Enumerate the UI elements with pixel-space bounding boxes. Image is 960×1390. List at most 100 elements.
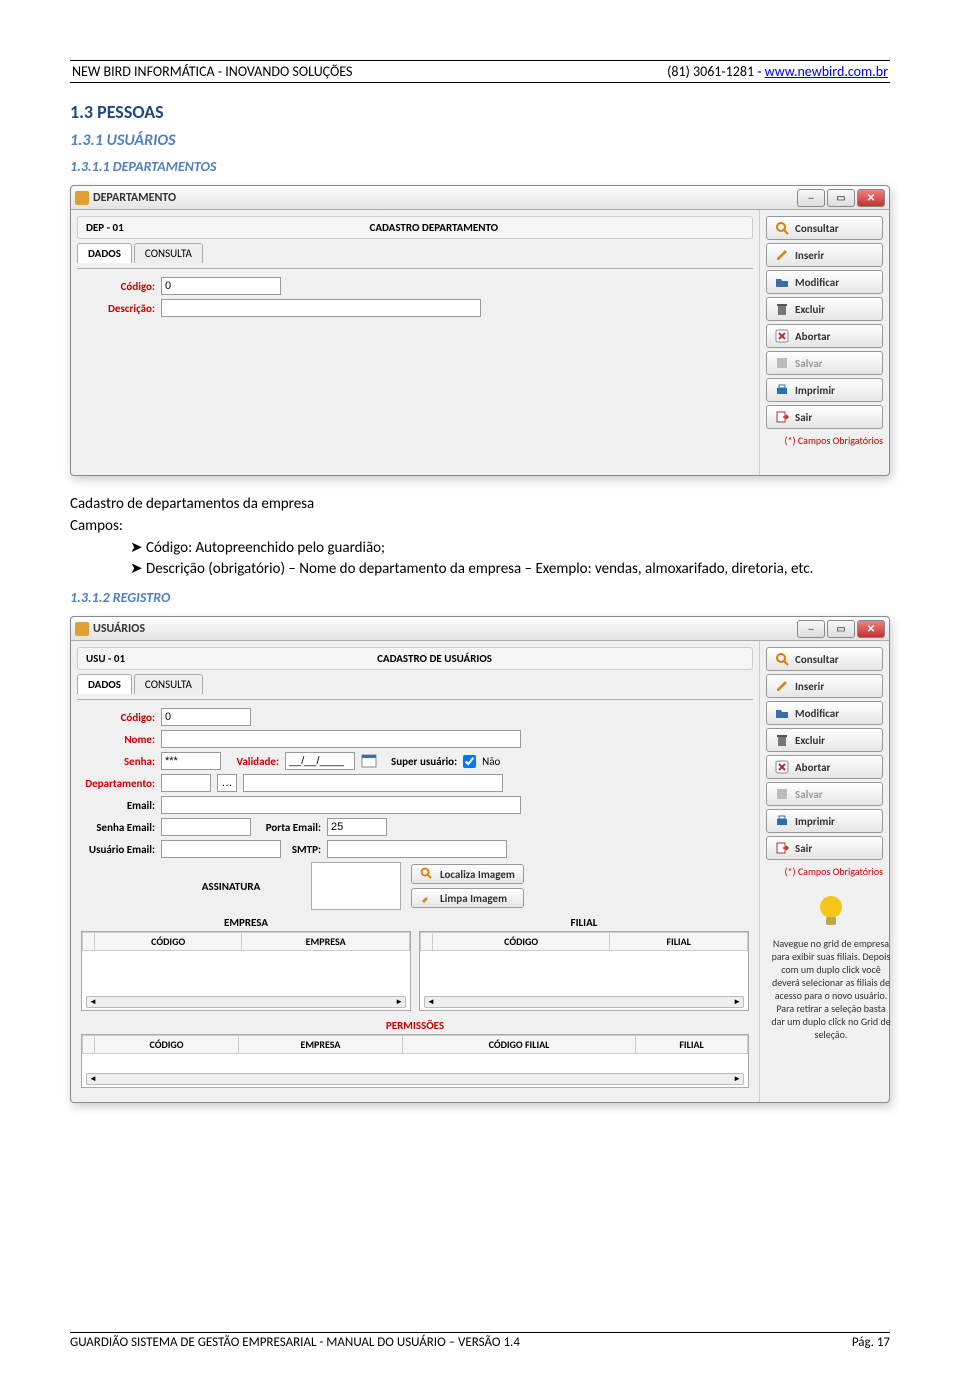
sair-button[interactable]: Sair (766, 405, 883, 429)
input-nome[interactable] (161, 730, 521, 748)
section-pessoas: 1.3 PESSOAS (70, 101, 890, 123)
input-codigo[interactable] (161, 277, 281, 295)
print-icon (775, 383, 789, 397)
minimize-button[interactable]: ─ (797, 620, 825, 638)
calendar-icon[interactable] (361, 753, 377, 769)
maximize-button[interactable]: ▭ (827, 620, 855, 638)
localiza-imagem-button[interactable]: Localiza Imagem (411, 864, 524, 884)
app-icon (75, 191, 89, 205)
input-email[interactable] (161, 796, 521, 814)
page-footer: GUARDIÃO SISTEMA DE GESTÃO EMPRESARIAL -… (70, 1335, 890, 1350)
bullet1: ➤ Código: Autopreenchido pelo guardião; (130, 538, 890, 560)
label-assinatura: ASSINATURA (161, 880, 301, 893)
form-heading: CADASTRO DEPARTAMENTO (370, 221, 499, 234)
excluir-button[interactable]: Excluir (766, 297, 883, 321)
grid-title-permissoes: PERMISSÕES (81, 1017, 749, 1034)
abortar-button[interactable]: Abortar (766, 755, 883, 779)
header-left: NEW BIRD INFORMÁTICA - INOVANDO SOLUÇÕES (72, 63, 352, 80)
tab-dados[interactable]: DADOS (77, 674, 132, 694)
section-departamentos: 1.3.1.1 DEPARTAMENTOS (70, 158, 890, 175)
salvar-button[interactable]: Salvar (766, 351, 883, 375)
body-line1: Cadastro de departamentos da empresa (70, 494, 890, 516)
modificar-button[interactable]: Modificar (766, 701, 883, 725)
pencil-icon (775, 679, 789, 693)
label-super: Super usuário: (391, 755, 457, 768)
required-note: (*) Campos Obrigatórios (766, 434, 883, 447)
window-title: USUÁRIOS (93, 622, 145, 636)
folder-icon (775, 275, 789, 289)
app-icon (75, 622, 89, 636)
code-label: DEP - 01 (86, 221, 124, 234)
tab-consulta[interactable]: CONSULTA (134, 674, 203, 694)
grid-permissoes[interactable]: CÓDIGOEMPRESACÓDIGO FILIALFILIAL ◄► (81, 1034, 749, 1088)
label-porta: Porta Email: (257, 821, 321, 834)
cancel-icon (775, 760, 789, 774)
limpa-imagem-button[interactable]: Limpa Imagem (411, 888, 524, 908)
scrollbar[interactable]: ◄► (424, 996, 744, 1008)
label-email: Email: (81, 799, 155, 812)
exit-icon (775, 410, 789, 424)
window-departamento: DEPARTAMENTO ─ ▭ ✕ DEP - 01 CADASTRO DEP… (70, 185, 890, 476)
trash-icon (775, 733, 789, 747)
abortar-button[interactable]: Abortar (766, 324, 883, 348)
grid-title-filial: FILIAL (419, 914, 749, 931)
footer-right: Pág. 17 (852, 1335, 890, 1350)
signature-box (311, 862, 401, 910)
modificar-button[interactable]: Modificar (766, 270, 883, 294)
input-senha-email[interactable] (161, 818, 251, 836)
save-icon (775, 356, 789, 370)
inserir-button[interactable]: Inserir (766, 243, 883, 267)
close-button[interactable]: ✕ (857, 189, 885, 207)
bulb-icon (811, 891, 851, 931)
input-porta[interactable] (327, 818, 387, 836)
tab-consulta[interactable]: CONSULTA (134, 243, 203, 263)
folder-icon (775, 706, 789, 720)
tip-text: Navegue no grid de empresa para exibir s… (770, 937, 892, 1041)
input-usuario-email[interactable] (161, 840, 281, 858)
label-smtp: SMTP: (287, 843, 321, 856)
search-icon (420, 867, 434, 881)
tip-box: Navegue no grid de empresa para exibir s… (766, 881, 896, 1045)
search-icon (775, 652, 789, 666)
bullet2: ➤ Descrição (obrigatório) – Nome do depa… (130, 559, 890, 581)
cancel-icon (775, 329, 789, 343)
minimize-button[interactable]: ─ (797, 189, 825, 207)
search-icon (775, 221, 789, 235)
label-nome: Nome: (81, 733, 155, 746)
input-validade[interactable] (285, 752, 355, 770)
input-senha[interactable] (161, 752, 221, 770)
scrollbar[interactable]: ◄► (86, 1073, 744, 1085)
inserir-button[interactable]: Inserir (766, 674, 883, 698)
imprimir-button[interactable]: Imprimir (766, 378, 883, 402)
tab-dados[interactable]: DADOS (77, 243, 132, 263)
checkbox-super[interactable] (463, 755, 476, 768)
label-usuario-email: Usuário Email: (81, 843, 155, 856)
salvar-button[interactable]: Salvar (766, 782, 883, 806)
input-descricao[interactable] (161, 299, 481, 317)
section-usuarios: 1.3.1 USUÁRIOS (70, 131, 890, 150)
input-depto[interactable] (161, 774, 211, 792)
maximize-button[interactable]: ▭ (827, 189, 855, 207)
imprimir-button[interactable]: Imprimir (766, 809, 883, 833)
header-right: (81) 3061-1281 - www.newbird.com.br (667, 63, 888, 80)
excluir-button[interactable]: Excluir (766, 728, 883, 752)
consultar-button[interactable]: Consultar (766, 647, 883, 671)
lookup-depto-button[interactable]: … (217, 774, 237, 792)
super-value: Não (482, 755, 500, 768)
grid-filial[interactable]: CÓDIGOFILIAL ◄► (419, 931, 749, 1011)
window-usuarios: USUÁRIOS ─ ▭ ✕ USU - 01 CADASTRO DE USUÁ… (70, 616, 890, 1103)
label-codigo: Código: (81, 280, 155, 293)
input-codigo[interactable] (161, 708, 251, 726)
sair-button[interactable]: Sair (766, 836, 883, 860)
input-depto-desc[interactable] (243, 774, 503, 792)
label-senha: Senha: (81, 755, 155, 768)
label-codigo: Código: (81, 711, 155, 724)
input-smtp[interactable] (327, 840, 507, 858)
scrollbar[interactable]: ◄► (86, 996, 406, 1008)
grid-empresa[interactable]: CÓDIGOEMPRESA ◄► (81, 931, 411, 1011)
body-line2: Campos: (70, 516, 890, 538)
header-link[interactable]: www.newbird.com.br (765, 63, 888, 80)
close-button[interactable]: ✕ (857, 620, 885, 638)
section-registro: 1.3.1.2 REGISTRO (70, 589, 890, 606)
consultar-button[interactable]: Consultar (766, 216, 883, 240)
